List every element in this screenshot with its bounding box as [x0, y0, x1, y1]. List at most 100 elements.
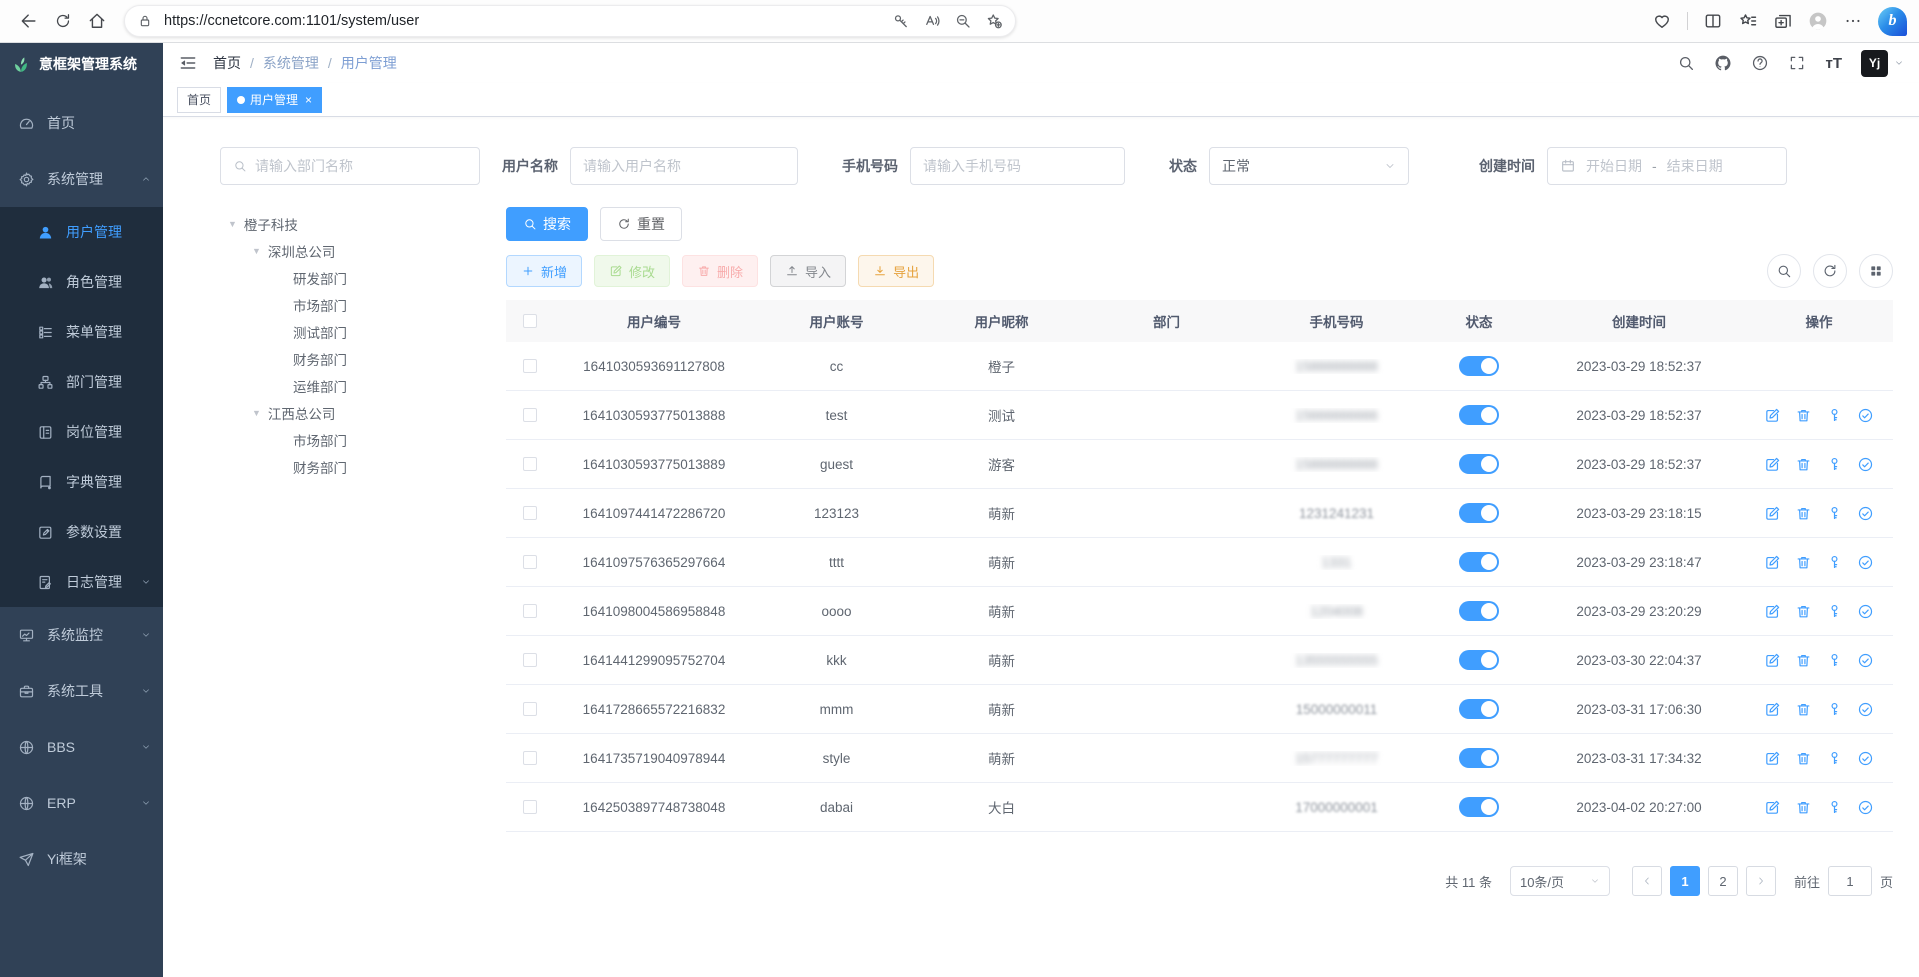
import-button[interactable]: 导入 — [770, 255, 846, 287]
row-assign-role-button[interactable] — [1857, 652, 1874, 669]
status-toggle[interactable] — [1459, 552, 1499, 572]
tree-node[interactable]: 财务部门 — [220, 345, 480, 372]
username-input[interactable]: 请输入用户名称 — [570, 147, 798, 185]
sidebar-item-tool[interactable]: 系统工具 — [0, 663, 163, 719]
row-reset-password-button[interactable] — [1826, 750, 1843, 767]
row-reset-password-button[interactable] — [1826, 652, 1843, 669]
collapse-sidebar-button[interactable] — [178, 53, 198, 73]
status-toggle[interactable] — [1459, 503, 1499, 523]
address-bar[interactable]: https://ccnetcore.com:1101/system/user — [124, 5, 1016, 37]
sidebar-item-log[interactable]: 日志管理 — [0, 557, 163, 607]
row-reset-password-button[interactable] — [1826, 799, 1843, 816]
status-toggle[interactable] — [1459, 601, 1499, 621]
row-reset-password-button[interactable] — [1826, 456, 1843, 473]
add-favorite-icon[interactable] — [985, 12, 1003, 30]
tree-node[interactable]: 财务部门 — [220, 453, 480, 480]
status-toggle[interactable] — [1459, 797, 1499, 817]
row-checkbox[interactable] — [523, 506, 537, 520]
sidebar-item-dept[interactable]: 部门管理 — [0, 357, 163, 407]
read-aloud-icon[interactable] — [923, 12, 941, 30]
browser-essentials-icon[interactable] — [1652, 11, 1672, 31]
status-toggle[interactable] — [1459, 699, 1499, 719]
row-delete-button[interactable] — [1795, 701, 1812, 718]
sidebar-item-menu[interactable]: 菜单管理 — [0, 307, 163, 357]
row-edit-button[interactable] — [1764, 701, 1781, 718]
row-assign-role-button[interactable] — [1857, 603, 1874, 620]
close-tab-icon[interactable]: × — [305, 93, 312, 107]
tree-expand-caret-icon[interactable]: ▼ — [228, 219, 237, 229]
row-checkbox[interactable] — [523, 408, 537, 422]
collections-icon[interactable] — [1773, 11, 1793, 31]
row-edit-button[interactable] — [1764, 652, 1781, 669]
row-checkbox[interactable] — [523, 604, 537, 618]
user-menu[interactable]: Yj — [1861, 50, 1904, 77]
split-screen-icon[interactable] — [1703, 11, 1723, 31]
sidebar-item-dict[interactable]: 字典管理 — [0, 457, 163, 507]
tab-user[interactable]: 用户管理× — [227, 87, 322, 113]
row-edit-button[interactable] — [1764, 554, 1781, 571]
row-checkbox[interactable] — [523, 653, 537, 667]
row-delete-button[interactable] — [1795, 456, 1812, 473]
tree-node[interactable]: 运维部门 — [220, 372, 480, 399]
row-checkbox[interactable] — [523, 457, 537, 471]
search-icon[interactable] — [1677, 54, 1695, 72]
row-edit-button[interactable] — [1764, 407, 1781, 424]
row-assign-role-button[interactable] — [1857, 799, 1874, 816]
tab-home[interactable]: 首页 — [177, 87, 221, 113]
tree-expand-caret-icon[interactable]: ▼ — [252, 246, 261, 256]
status-toggle[interactable] — [1459, 650, 1499, 670]
row-reset-password-button[interactable] — [1826, 407, 1843, 424]
zoom-out-icon[interactable] — [954, 12, 972, 30]
row-reset-password-button[interactable] — [1826, 701, 1843, 718]
fullscreen-icon[interactable] — [1788, 54, 1806, 72]
tree-node[interactable]: ▼橙子科技 — [220, 210, 480, 237]
row-assign-role-button[interactable] — [1857, 750, 1874, 767]
row-checkbox[interactable] — [523, 555, 537, 569]
row-checkbox[interactable] — [523, 702, 537, 716]
row-delete-button[interactable] — [1795, 603, 1812, 620]
status-select[interactable]: 正常 — [1209, 147, 1409, 185]
edit-button[interactable]: 修改 — [594, 255, 670, 287]
row-reset-password-button[interactable] — [1826, 505, 1843, 522]
search-button[interactable]: 搜索 — [506, 207, 588, 241]
tree-expand-caret-icon[interactable]: ▼ — [252, 408, 261, 418]
delete-button[interactable]: 删除 — [682, 255, 758, 287]
row-assign-role-button[interactable] — [1857, 554, 1874, 571]
dept-search-input[interactable]: 请输入部门名称 — [220, 147, 480, 185]
key-icon[interactable] — [892, 12, 910, 30]
row-assign-role-button[interactable] — [1857, 505, 1874, 522]
row-delete-button[interactable] — [1795, 407, 1812, 424]
tree-node[interactable]: 测试部门 — [220, 318, 480, 345]
github-icon[interactable] — [1714, 54, 1732, 72]
table-search-toggle-button[interactable] — [1767, 254, 1801, 288]
row-reset-password-button[interactable] — [1826, 554, 1843, 571]
copilot-icon[interactable]: b — [1878, 7, 1907, 36]
page-button[interactable]: 1 — [1670, 866, 1700, 896]
row-reset-password-button[interactable] — [1826, 603, 1843, 620]
row-delete-button[interactable] — [1795, 750, 1812, 767]
sidebar-item-post[interactable]: 岗位管理 — [0, 407, 163, 457]
sidebar-item-erp[interactable]: ERP — [0, 775, 163, 831]
row-delete-button[interactable] — [1795, 799, 1812, 816]
tree-node[interactable]: ▼深圳总公司 — [220, 237, 480, 264]
more-options-icon[interactable] — [1843, 11, 1863, 31]
row-edit-button[interactable] — [1764, 799, 1781, 816]
row-assign-role-button[interactable] — [1857, 701, 1874, 718]
sidebar-item-system[interactable]: 系统管理 — [0, 151, 163, 207]
row-assign-role-button[interactable] — [1857, 407, 1874, 424]
status-toggle[interactable] — [1459, 454, 1499, 474]
page-button[interactable]: 2 — [1708, 866, 1738, 896]
reset-button[interactable]: 重置 — [600, 207, 682, 241]
status-toggle[interactable] — [1459, 356, 1499, 376]
refresh-button[interactable] — [46, 4, 80, 38]
favorites-bar-icon[interactable] — [1738, 11, 1758, 31]
row-edit-button[interactable] — [1764, 750, 1781, 767]
row-edit-button[interactable] — [1764, 456, 1781, 473]
table-refresh-button[interactable] — [1813, 254, 1847, 288]
prev-page-button[interactable] — [1632, 866, 1662, 896]
select-all-checkbox[interactable] — [523, 314, 537, 328]
tree-node[interactable]: 市场部门 — [220, 426, 480, 453]
sidebar-item-user[interactable]: 用户管理 — [0, 207, 163, 257]
sidebar-item-role[interactable]: 角色管理 — [0, 257, 163, 307]
tree-node[interactable]: 研发部门 — [220, 264, 480, 291]
